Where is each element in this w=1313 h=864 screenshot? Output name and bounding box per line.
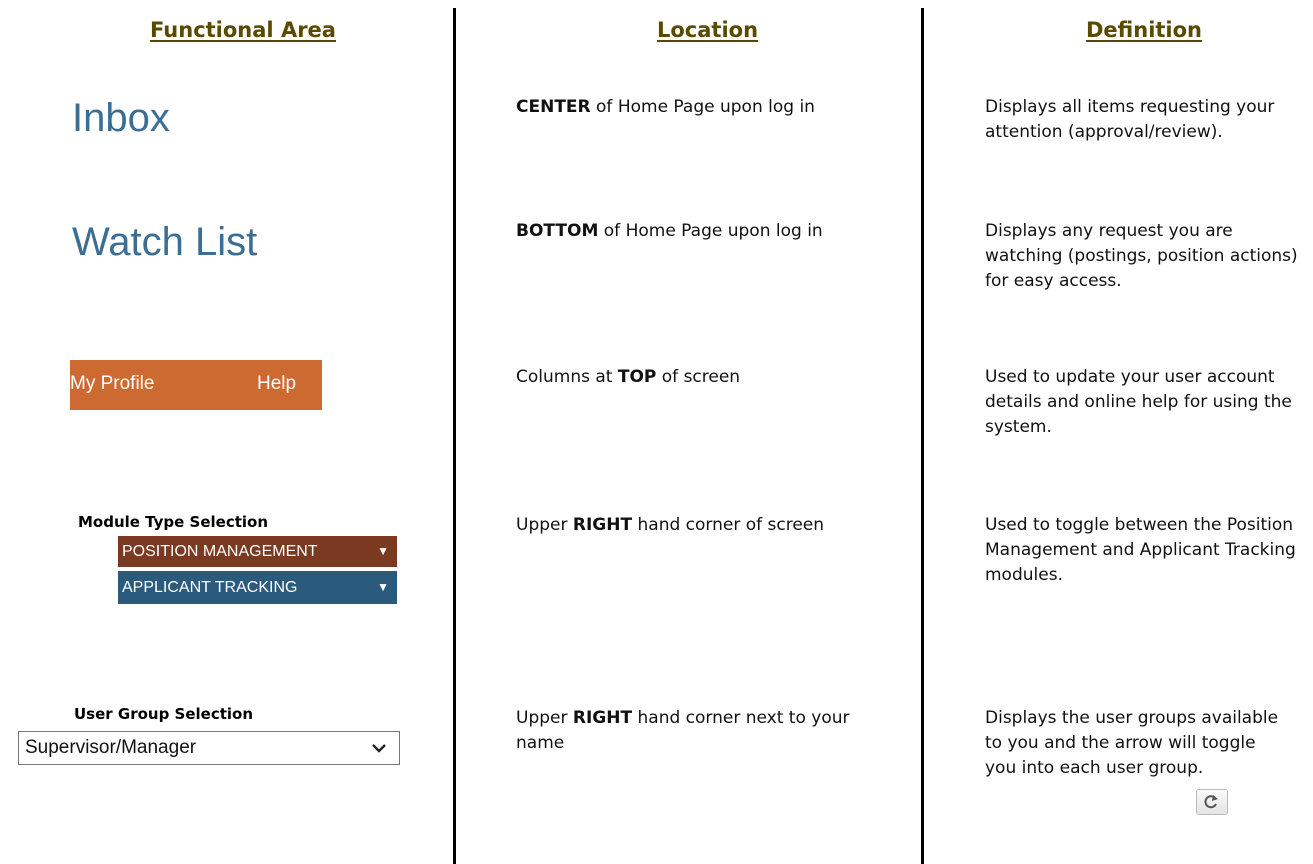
watch-list-label: Watch List [72, 220, 258, 264]
inbox-definition: Displays all items requesting your atten… [985, 97, 1275, 142]
location-keyword: CENTER [516, 97, 591, 117]
module-label: APPLICANT TRACKING [122, 579, 298, 596]
user-group-location: Upper RIGHT hand corner next to your nam… [516, 706, 856, 756]
location-text: Upper [516, 515, 573, 535]
select-value: Supervisor/Manager [25, 737, 197, 758]
user-group-select[interactable]: Supervisor/Manager [18, 731, 400, 765]
my-profile-link[interactable]: My Profile [70, 373, 154, 395]
module-label: POSITION MANAGEMENT [122, 543, 318, 560]
header-definition: Definition [1086, 18, 1203, 42]
refresh-icon[interactable] [1196, 789, 1228, 815]
module-type-selection-label: Module Type Selection [78, 513, 269, 531]
location-text: of Home Page upon log in [590, 97, 815, 117]
watch-list-location: BOTTOM of Home Page upon log in [516, 219, 906, 244]
location-text: Columns at [516, 367, 618, 387]
chevron-down-icon [372, 744, 386, 753]
profile-help-definition: Used to update your user account details… [985, 367, 1292, 437]
watch-list-definition: Displays any request you are watching (p… [985, 221, 1298, 291]
module-location: Upper RIGHT hand corner of screen [516, 513, 906, 538]
location-keyword: RIGHT [572, 708, 633, 728]
location-text: of Home Page upon log in [598, 221, 823, 241]
location-text: of screen [656, 367, 741, 387]
header-location: Location [657, 18, 759, 42]
location-keyword: RIGHT [572, 515, 633, 535]
location-keyword: TOP [617, 367, 657, 387]
header-functional-area: Functional Area [150, 18, 336, 42]
module-position-management[interactable]: POSITION MANAGEMENT ▼ [118, 536, 397, 567]
user-group-definition: Displays the user groups available to yo… [985, 708, 1279, 778]
location-keyword: BOTTOM [516, 221, 599, 241]
module-definition: Used to toggle between the Position Mana… [985, 515, 1296, 585]
chevron-down-icon: ▼ [377, 580, 389, 594]
inbox-location: CENTER of Home Page upon log in [516, 95, 906, 120]
module-applicant-tracking[interactable]: APPLICANT TRACKING ▼ [118, 571, 397, 604]
chevron-down-icon: ▼ [377, 544, 389, 558]
profile-help-bar: My Profile Help [70, 360, 322, 410]
location-text: Upper [516, 708, 573, 728]
location-text: hand corner of screen [632, 515, 825, 535]
column-divider-right [921, 8, 924, 864]
column-divider-left [453, 8, 456, 864]
profile-help-location: Columns at TOP of screen [516, 365, 906, 390]
inbox-label: Inbox [72, 96, 170, 140]
help-link[interactable]: Help [257, 373, 296, 395]
user-group-selection-label: User Group Selection [74, 705, 254, 723]
